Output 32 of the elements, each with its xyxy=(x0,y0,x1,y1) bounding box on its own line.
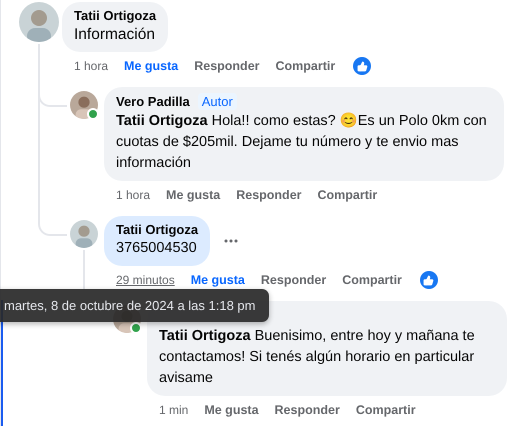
comment-text: Información xyxy=(74,25,156,45)
comment-action[interactable]: Me gusta xyxy=(166,188,220,202)
comment-action[interactable]: Compartir xyxy=(276,59,336,73)
comment-action[interactable]: Responder xyxy=(194,59,260,73)
avatar-icon[interactable] xyxy=(70,91,98,119)
avatar-icon[interactable] xyxy=(70,220,98,248)
comment-action[interactable]: Me gusta xyxy=(204,403,259,417)
author-name[interactable]: Tatii Ortigoza xyxy=(116,222,198,237)
comment-text: 3765004530 xyxy=(116,239,198,258)
comment-action[interactable]: Compartir xyxy=(342,273,402,287)
comment-text: Tatii Ortigoza Hola!! como estas? 😊Es un Polo 0km con cuotas de $205mil. Dejame tu número y te envio mas información xyxy=(116,112,488,173)
like-icon[interactable] xyxy=(353,57,372,75)
more-icon[interactable] xyxy=(224,239,238,243)
comment-action[interactable]: Responder xyxy=(274,403,340,417)
comment-action[interactable]: Responder xyxy=(236,188,302,202)
date-tooltip: martes, 8 de octubre de 2024 a las 1:18 pm xyxy=(0,289,268,322)
author-name[interactable]: Vero Padilla xyxy=(116,94,190,109)
comment-text: Tatii Ortigoza Buenisimo, entre hoy y mañana te contactamos! Si tenés algún horario en particular avisame xyxy=(159,327,476,388)
like-icon[interactable] xyxy=(420,271,438,289)
timestamp-link[interactable]: 29 minutos xyxy=(116,273,175,287)
comment-action[interactable]: Compartir xyxy=(318,188,378,202)
timestamp-link[interactable]: 1 min xyxy=(159,403,188,417)
comment-action[interactable]: Me gusta xyxy=(124,59,178,73)
avatar-icon[interactable] xyxy=(19,2,59,42)
author-name[interactable]: Tatii Ortigoza xyxy=(74,8,156,23)
timestamp-link[interactable]: 1 hora xyxy=(116,188,150,202)
thread-connector xyxy=(38,75,67,107)
comment-action[interactable]: Compartir xyxy=(356,403,416,417)
author-badge: Autor xyxy=(198,93,237,110)
comment-action[interactable]: Me gusta xyxy=(190,273,245,287)
comment-action[interactable]: Responder xyxy=(260,273,326,287)
timestamp-link[interactable]: 1 hora xyxy=(74,59,108,73)
